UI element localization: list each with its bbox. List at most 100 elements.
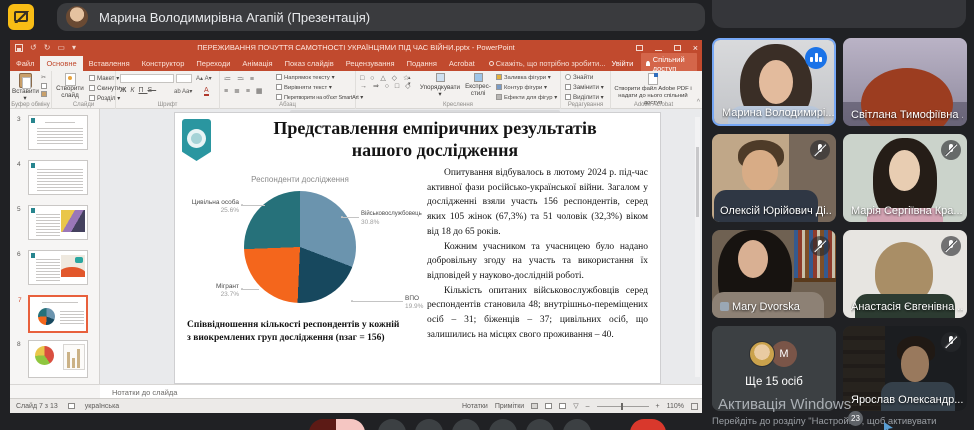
participant-tile-5[interactable]: Mary Dvorska	[712, 230, 836, 318]
tab-animations[interactable]: Анімація	[236, 56, 278, 71]
shape-outline-button[interactable]: Контур фігури ▾	[496, 84, 547, 91]
leave-call-button[interactable]	[630, 419, 666, 430]
participant-tile-1[interactable]: Марина Володимирі...	[712, 38, 836, 126]
font-size-box[interactable]	[176, 74, 192, 83]
close-button[interactable]: ×	[693, 43, 698, 53]
new-slide-button[interactable]: Створити слайд	[54, 73, 86, 100]
notes-pane[interactable]: Нотатки до слайда	[100, 384, 702, 398]
find-button[interactable]: Знайти	[565, 74, 593, 81]
smartart-button[interactable]: Перетворити на об'єкт SmartArt ▾	[276, 94, 363, 101]
emoji-button[interactable]	[452, 419, 480, 430]
participant-name: Світлана Тимофіївна ...	[851, 109, 963, 121]
cut-icon[interactable]: ✂	[41, 74, 47, 81]
align-text-button[interactable]: Вирівняти текст ▾	[276, 84, 332, 91]
shape-fill-button[interactable]: Заливка фігури ▾	[496, 74, 551, 81]
clipboard-small-buttons[interactable]: ✂	[41, 74, 47, 97]
quick-styles-button[interactable]: Експрес-стилі	[462, 73, 494, 97]
spellcheck-icon[interactable]	[67, 403, 75, 409]
tell-me-box[interactable]: Скажіть, що потрібно зробити...	[481, 56, 612, 71]
replace-button[interactable]: Замінити ▾	[565, 84, 604, 91]
participant-name: Mary Dvorska	[720, 301, 800, 313]
normal-view-icon[interactable]	[531, 403, 539, 409]
clipboard-icon	[18, 73, 32, 89]
font-style-buttons[interactable]: ЖКПS	[120, 87, 156, 94]
participant-tile-8[interactable]: Ярослав Олександр...	[843, 326, 967, 411]
participant-tile-3[interactable]: Олексій Юрійович Ді...	[712, 134, 836, 222]
minimize-button[interactable]	[654, 49, 662, 51]
present-button[interactable]	[489, 419, 517, 430]
collapse-ribbon-icon[interactable]: ^	[697, 99, 700, 106]
tab-review[interactable]: Рецензування	[340, 56, 401, 71]
arrange-button[interactable]: Упорядкувати ▾	[418, 73, 462, 98]
ribbon-options-button[interactable]	[635, 45, 643, 51]
zoom-in-button[interactable]: +	[656, 403, 660, 410]
text-direction-button[interactable]: Напрямок тексту ▾	[276, 74, 335, 81]
paste-button[interactable]: Вставити ▾	[12, 73, 39, 102]
restore-button[interactable]	[673, 45, 681, 51]
tab-file[interactable]: Файл	[10, 56, 40, 71]
shapes-gallery[interactable]: □ ○ △ ◇ ☆ → ⇒ ○ □ ◇	[360, 74, 412, 90]
notes-placeholder: Нотатки до слайда	[112, 388, 178, 397]
zoom-out-button[interactable]: –	[586, 403, 590, 410]
raise-hand-button[interactable]	[526, 419, 554, 430]
font-color-button[interactable]: А	[204, 87, 209, 96]
tab-view[interactable]: Подання	[401, 56, 443, 71]
thumbnail-slide-4[interactable]: 4	[17, 160, 88, 195]
select-button[interactable]: Виділити ▾	[565, 94, 604, 101]
name-avatar-icon	[720, 302, 729, 311]
thumbnail-slide-8[interactable]: 8	[17, 340, 88, 378]
slide-sorter-icon[interactable]	[545, 403, 553, 409]
tab-slideshow[interactable]: Показ слайдів	[279, 56, 340, 71]
group-slides: Створити слайд Макет ▾ Скинути Розділ ▾ …	[52, 71, 120, 109]
new-slide-icon	[64, 73, 76, 86]
group-drawing: □ ○ △ ◇ ☆ → ⇒ ○ □ ◇ ▴ ▾ Упорядкувати ▾ Експ…	[356, 71, 561, 109]
thumbnail-slide-3[interactable]: 3	[17, 115, 88, 150]
thumbnail-slide-7-selected[interactable]: 7	[18, 295, 88, 333]
presentation-tile-header[interactable]: Марина Володимирівна Агапій (Презентація…	[57, 3, 705, 31]
grow-shrink-font-buttons[interactable]: А▴ А▾	[196, 75, 212, 82]
align-buttons[interactable]: ≡ ≣ ≡ ▦	[224, 87, 264, 95]
captions-button[interactable]	[415, 419, 443, 430]
list-buttons[interactable]: ≔ ≕ ≡	[224, 75, 256, 83]
slide-thumbnail-panel[interactable]: 3 4 5 6 7 8	[10, 109, 100, 384]
thumbnail-slide-6[interactable]: 6	[17, 250, 88, 285]
slideshow-view-icon[interactable]: ▽	[573, 402, 578, 410]
comments-toggle[interactable]: Примітки	[495, 403, 524, 410]
participant-tile-6[interactable]: Анастасія Євгенівна ...	[843, 230, 967, 318]
zoom-slider[interactable]	[596, 402, 649, 410]
participant-tile-4[interactable]: Марія Сергіївна Кра...	[843, 134, 967, 222]
language-indicator[interactable]: українська	[85, 403, 119, 410]
sign-in-button[interactable]: Увійти	[612, 59, 634, 68]
camera-button[interactable]	[378, 419, 406, 430]
copy-icon[interactable]	[41, 83, 47, 89]
tab-transitions[interactable]: Переходи	[190, 56, 236, 71]
shapes-scroll[interactable]: ▴ ▾	[408, 75, 411, 87]
tab-acrobat[interactable]: Acrobat	[443, 56, 481, 71]
ppt-status-bar: Слайд 7 з 13 українська Нотатки Примітки…	[10, 398, 702, 413]
font-name-box[interactable]	[120, 74, 174, 83]
notes-toggle[interactable]: Нотатки	[462, 403, 488, 410]
zoom-level[interactable]: 110%	[667, 403, 684, 410]
tab-insert[interactable]: Вставлення	[83, 56, 136, 71]
pie-label-military: Військовослужбовець 30.8%	[361, 211, 422, 226]
layout-button[interactable]: Макет ▾	[89, 75, 119, 82]
filmstrip-header	[712, 0, 966, 28]
participant-tile-2[interactable]: Світлана Тимофіївна ...	[843, 38, 967, 126]
mic-off-icon	[810, 140, 830, 160]
vertical-scrollbar[interactable]	[695, 117, 700, 377]
thumbnail-slide-5[interactable]: 5	[17, 205, 88, 240]
fit-slide-icon[interactable]	[691, 402, 698, 410]
text-shadow-case-buttons[interactable]: ab Aa▾	[174, 88, 192, 95]
more-options-button[interactable]	[563, 419, 591, 430]
chart-title: Респонденти дослідження	[251, 175, 349, 184]
mic-button[interactable]	[309, 419, 365, 430]
slide-7[interactable]: Представлення емпіричних результатів наш…	[175, 113, 660, 383]
format-painter-icon[interactable]	[41, 91, 47, 97]
shape-effects-button[interactable]: Ефекти для фігур ▾	[496, 94, 557, 101]
chart-caption: Співвідношення кількості респондентів у …	[187, 320, 400, 343]
presenting-indicator-chip[interactable]	[8, 4, 34, 30]
tab-design[interactable]: Конструктор	[136, 56, 191, 71]
reading-view-icon[interactable]	[559, 403, 567, 409]
tab-home[interactable]: Основне	[40, 56, 83, 71]
participant-name: Ярослав Олександр...	[851, 394, 963, 406]
